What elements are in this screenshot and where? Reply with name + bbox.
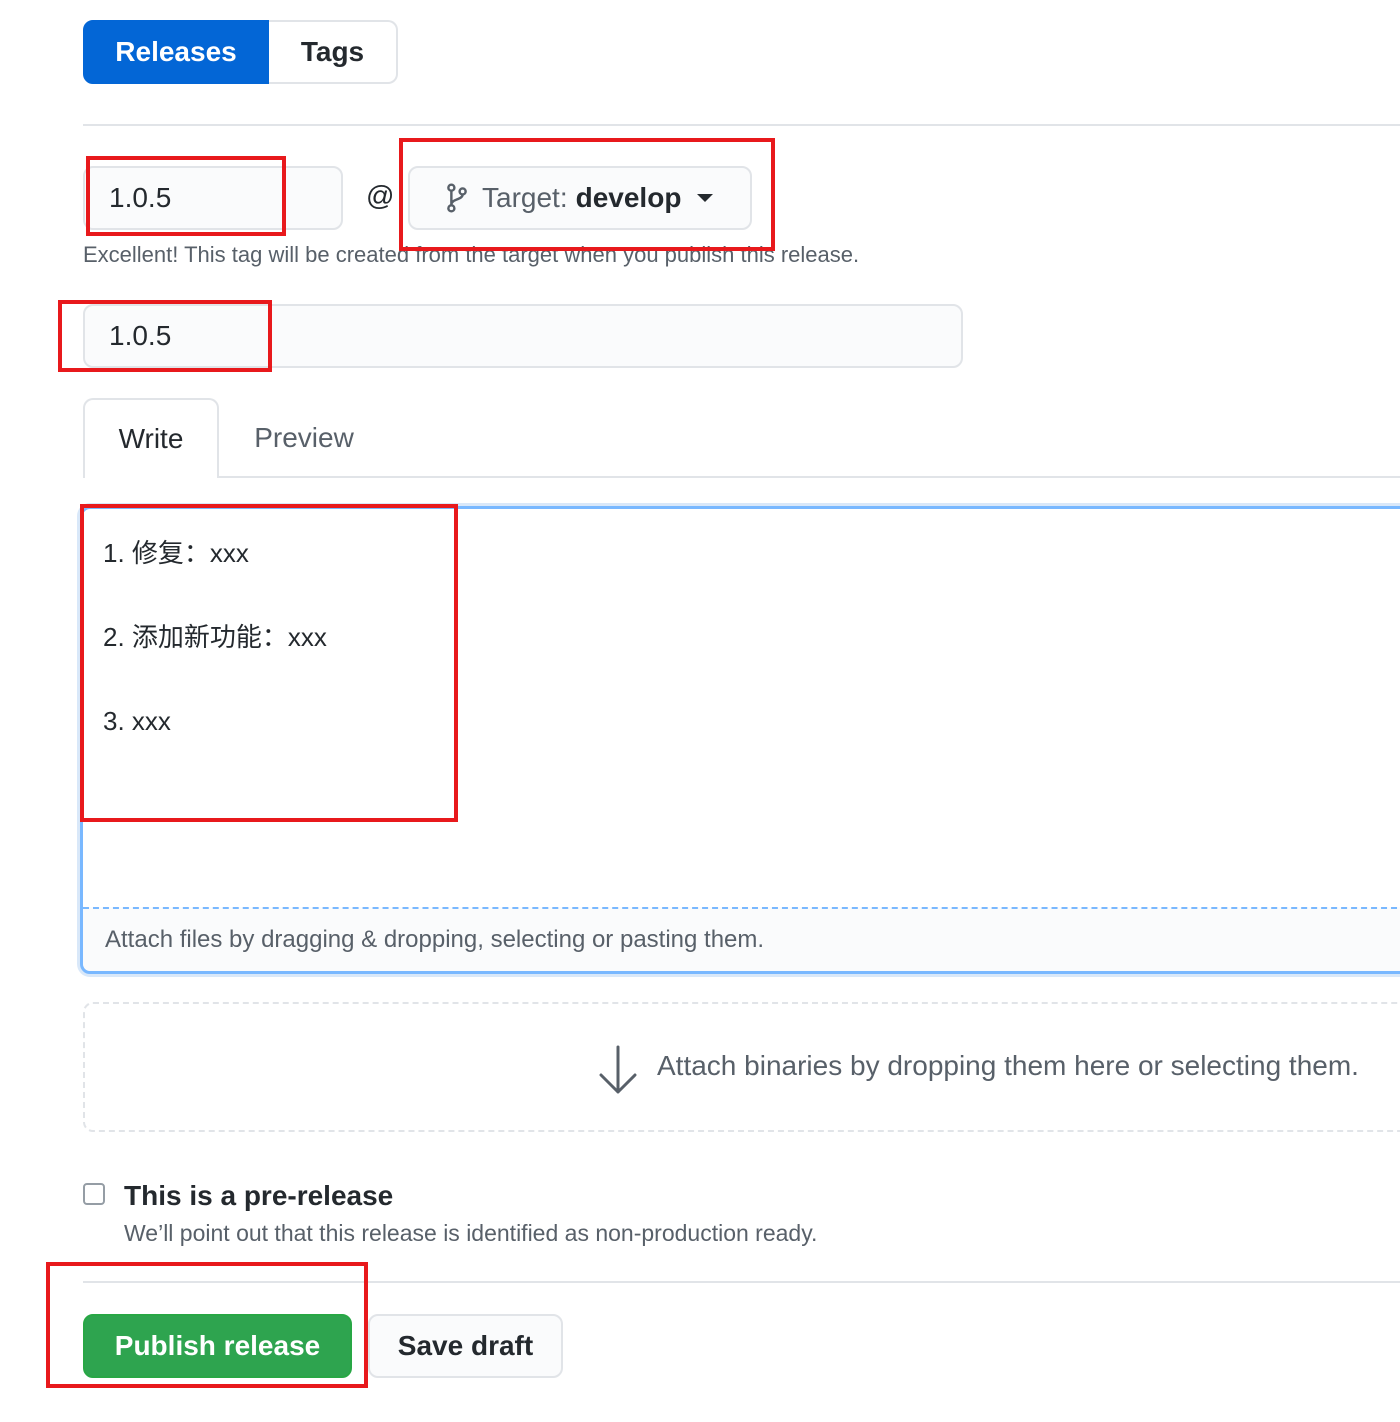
tag-version-input[interactable]: 1.0.5 [83,166,343,230]
releases-tags-nav: Releases Tags [83,20,398,84]
attach-binaries-dropzone[interactable]: Attach binaries by dropping them here or… [83,1002,1400,1132]
target-branch-value: develop [575,182,682,213]
release-editor-page: Releases Tags 1.0.5 @ Target: develop Ex… [0,0,1400,1422]
publish-release-button[interactable]: Publish release [83,1314,352,1378]
tab-preview[interactable]: Preview [230,398,378,478]
prerelease-title: This is a pre-release [124,1180,394,1211]
git-branch-icon [447,183,467,213]
tab-tags[interactable]: Tags [269,20,398,84]
release-note-line-3: 3. xxx [103,706,171,736]
release-title-value: 1.0.5 [109,320,172,351]
header-divider [83,124,1400,126]
prerelease-checkbox[interactable] [83,1183,105,1205]
save-draft-button[interactable]: Save draft [368,1314,563,1378]
arrow-down-icon [599,1045,637,1094]
attach-binaries-text: Attach binaries by dropping them here or… [657,1050,1359,1081]
caret-down-icon [697,194,714,202]
footer-divider [83,1281,1400,1283]
prerelease-note: We’ll point out that this release is ide… [124,1220,818,1246]
tag-hint-text: Excellent! This tag will be created from… [83,242,860,267]
at-symbol: @ [366,180,395,211]
release-notes-textarea[interactable]: 1. 修复：xxx 2. 添加新功能：xxx 3. xxx Attach fil… [80,506,1400,974]
tab-releases[interactable]: Releases [83,20,269,84]
tab-write[interactable]: Write [83,398,219,478]
attach-files-bar[interactable]: Attach files by dragging & dropping, sel… [83,907,1400,971]
release-title-input[interactable]: 1.0.5 [83,304,963,368]
release-note-line-2: 2. 添加新功能：xxx [103,622,327,652]
tag-version-value: 1.0.5 [109,182,172,213]
attach-files-text: Attach files by dragging & dropping, sel… [105,926,765,953]
target-branch-dropdown[interactable]: Target: develop [408,166,752,230]
release-notes-content: 1. 修复：xxx 2. 添加新功能：xxx 3. xxx [103,535,327,787]
release-note-line-1: 1. 修复：xxx [103,538,249,568]
target-label: Target: [482,182,568,213]
